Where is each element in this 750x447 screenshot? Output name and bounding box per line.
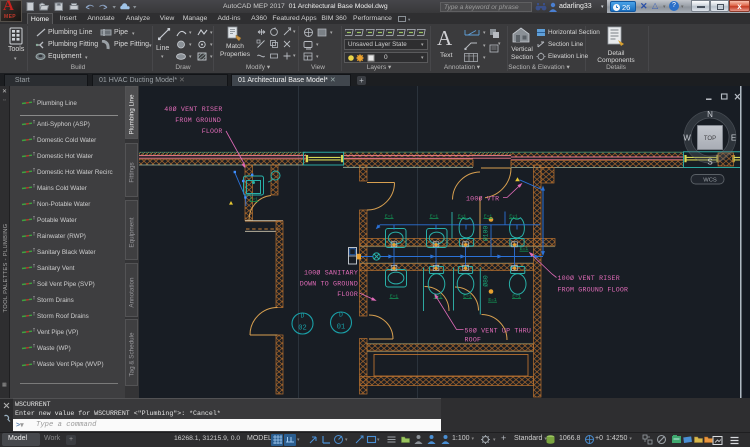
svg-text:02: 02 (298, 325, 306, 333)
svg-text:100Ø VENT RISER: 100Ø VENT RISER (558, 274, 620, 282)
svg-text:S: S (707, 158, 712, 167)
svg-text:Ø80: Ø80 (482, 275, 490, 287)
svg-text:FLOOR: FLOOR (202, 128, 223, 135)
svg-text:Ø100: Ø100 (482, 226, 490, 242)
svg-text:D: D (301, 313, 305, 320)
svg-text:N: N (707, 110, 713, 119)
svg-text:50Ø VENT UP THRU: 50Ø VENT UP THRU (465, 327, 532, 335)
svg-text:DOWN TO GROUND: DOWN TO GROUND (300, 280, 358, 287)
svg-text:TOP: TOP (704, 136, 716, 142)
svg-text:D: D (339, 312, 343, 319)
svg-text:FROM GROUND FLOOR: FROM GROUND FLOOR (558, 287, 629, 294)
svg-text:ROOF: ROOF (465, 337, 482, 344)
svg-text:W: W (683, 134, 691, 143)
svg-text:01: 01 (337, 324, 345, 332)
svg-text:100Ø VTR: 100Ø VTR (466, 195, 499, 203)
svg-text:40Ø VENT RISER: 40Ø VENT RISER (164, 105, 222, 113)
svg-text:100Ø SANITARY: 100Ø SANITARY (304, 269, 358, 277)
svg-text:TOOL PALETTES - PLUMBING: TOOL PALETTES - PLUMBING (3, 223, 9, 312)
svg-text:FROM GROUND: FROM GROUND (175, 117, 221, 124)
svg-text:WCS: WCS (703, 178, 717, 184)
svg-text:E: E (731, 134, 736, 143)
svg-text:FLOOR: FLOOR (337, 291, 358, 298)
